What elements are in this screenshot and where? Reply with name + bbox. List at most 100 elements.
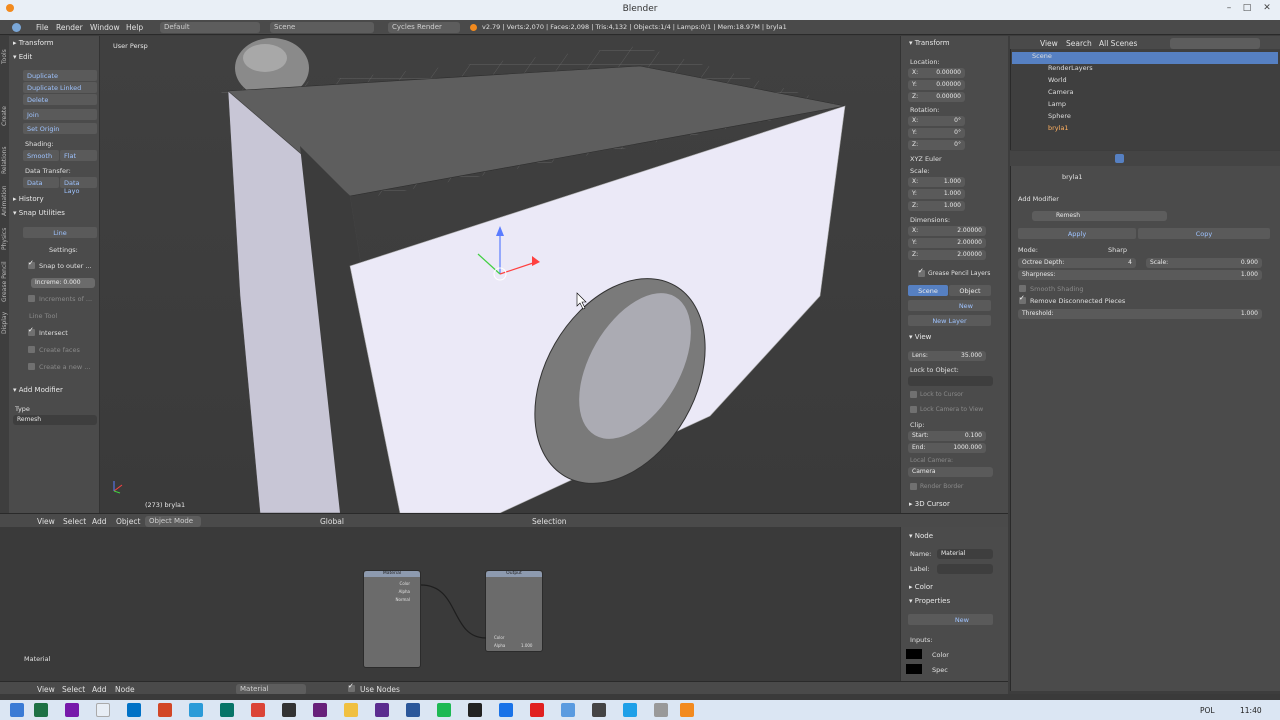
set-origin-button[interactable]: Set Origin bbox=[23, 123, 97, 134]
node-editor[interactable]: Material Material Color Alpha Normal Out… bbox=[0, 527, 900, 681]
viewport-scene[interactable] bbox=[100, 36, 900, 513]
lens-field[interactable]: Lens: 35.000 bbox=[908, 351, 986, 361]
octree-depth-field[interactable]: Octree Depth: 4 bbox=[1018, 258, 1136, 268]
opera-icon[interactable] bbox=[251, 703, 265, 717]
app5-icon[interactable] bbox=[592, 703, 606, 717]
onenote-icon[interactable] bbox=[65, 703, 79, 717]
add-modifier-dropdown[interactable]: Add Modifier bbox=[1018, 195, 1059, 203]
chrome-icon[interactable] bbox=[96, 703, 110, 717]
gp-new-button[interactable]: New bbox=[908, 300, 991, 311]
spotify-icon[interactable] bbox=[437, 703, 451, 717]
render-engine-dropdown[interactable]: Cycles Render bbox=[388, 22, 460, 33]
node-add-menu[interactable]: Add bbox=[92, 685, 107, 694]
info-editor-icon[interactable] bbox=[12, 23, 21, 32]
outliner-item-lamp[interactable]: Lamp bbox=[1012, 100, 1278, 112]
line-button[interactable]: Line bbox=[23, 227, 97, 238]
gp-object-tab[interactable]: Object bbox=[949, 285, 991, 296]
increment-field[interactable]: Increme: 0.000 bbox=[31, 278, 95, 288]
tab-physics[interactable]: Physics bbox=[1, 220, 9, 250]
smooth-button[interactable]: Smooth bbox=[23, 150, 59, 161]
transform-panel-header[interactable]: ▸ Transform bbox=[13, 39, 101, 50]
maximize-icon[interactable]: □ bbox=[1240, 3, 1254, 15]
edit-panel-header[interactable]: ▾ Edit bbox=[13, 53, 101, 64]
copy-button[interactable]: Copy bbox=[1138, 228, 1270, 239]
node-panel-header[interactable]: ▾ Node bbox=[909, 532, 997, 543]
history-panel-header[interactable]: ▸ History bbox=[13, 195, 101, 206]
menu-help[interactable]: Help bbox=[126, 23, 143, 32]
outliner-item-camera[interactable]: Camera bbox=[1012, 88, 1278, 100]
spec-swatch[interactable] bbox=[906, 664, 922, 674]
camera-field[interactable]: Camera bbox=[908, 467, 993, 477]
node-new-button[interactable]: New bbox=[908, 614, 993, 625]
n-transform-header[interactable]: ▾ Transform bbox=[909, 39, 997, 50]
rotation-y-field[interactable]: Y: 0° bbox=[908, 128, 965, 138]
remove-disconnected-checkbox[interactable] bbox=[1019, 294, 1026, 304]
threshold-field[interactable]: Threshold: 1.000 bbox=[1018, 309, 1262, 319]
outlook-icon[interactable] bbox=[127, 703, 141, 717]
blender-taskbar-icon[interactable] bbox=[680, 703, 694, 717]
app7-icon[interactable] bbox=[654, 703, 668, 717]
menu-file[interactable]: File bbox=[36, 23, 49, 32]
orientation-dropdown[interactable]: Global bbox=[320, 517, 344, 526]
duplicate-button[interactable]: Duplicate bbox=[23, 70, 97, 81]
dimensions-y-field[interactable]: Y: 2.00000 bbox=[908, 238, 986, 248]
outliner-item-renderlayers[interactable]: RenderLayers bbox=[1012, 64, 1278, 76]
explorer-icon[interactable] bbox=[344, 703, 358, 717]
create-new-checkbox[interactable] bbox=[28, 363, 35, 370]
location-z-field[interactable]: Z: 0.00000 bbox=[908, 92, 965, 102]
create-faces-checkbox[interactable] bbox=[28, 346, 35, 353]
outliner-item-sphere[interactable]: Sphere bbox=[1012, 112, 1278, 124]
location-x-field[interactable]: X: 0.00000 bbox=[908, 68, 965, 78]
snap-to-outer-checkbox[interactable] bbox=[28, 259, 35, 269]
lock-to-cursor-checkbox[interactable] bbox=[910, 391, 917, 398]
smooth-shading-checkbox[interactable] bbox=[1019, 285, 1026, 292]
outliner-search-menu[interactable]: Search bbox=[1066, 39, 1092, 48]
powerpoint-icon[interactable] bbox=[158, 703, 172, 717]
ie-icon[interactable] bbox=[189, 703, 203, 717]
node-name-field[interactable]: Material bbox=[937, 549, 993, 559]
app3-icon[interactable] bbox=[530, 703, 544, 717]
tab-animation[interactable]: Animation bbox=[1, 176, 9, 216]
start-icon[interactable] bbox=[10, 703, 24, 717]
color-swatch[interactable] bbox=[906, 649, 922, 659]
type-dropdown[interactable]: Remesh bbox=[13, 415, 97, 425]
lock-camera-checkbox[interactable] bbox=[910, 406, 917, 413]
outliner-item-scene[interactable]: Scene bbox=[1012, 52, 1278, 64]
menu-render[interactable]: Render bbox=[56, 23, 83, 32]
node-select-menu[interactable]: Select bbox=[62, 685, 85, 694]
scale-y-field[interactable]: Y: 1.000 bbox=[908, 189, 965, 199]
viewport-add-menu[interactable]: Add bbox=[92, 517, 107, 526]
dimensions-z-field[interactable]: Z: 2.00000 bbox=[908, 250, 986, 260]
duplicate-linked-button[interactable]: Duplicate Linked bbox=[23, 82, 97, 93]
visual-studio-icon[interactable] bbox=[313, 703, 327, 717]
tab-display[interactable]: Display bbox=[1, 306, 9, 334]
dimensions-x-field[interactable]: X: 2.00000 bbox=[908, 226, 986, 236]
3d-viewport[interactable]: User Persp (273) bryla1 bbox=[100, 36, 900, 513]
language-indicator[interactable]: POL bbox=[1200, 706, 1215, 715]
increments-checkbox[interactable] bbox=[28, 295, 35, 302]
view-panel-header[interactable]: ▾ View bbox=[909, 333, 997, 344]
node-label-field[interactable] bbox=[937, 564, 993, 574]
node-node-menu[interactable]: Node bbox=[115, 685, 135, 694]
outliner-filter[interactable]: All Scenes bbox=[1099, 39, 1137, 48]
scene-selector[interactable]: Scene bbox=[270, 22, 374, 33]
steam-icon[interactable] bbox=[468, 703, 482, 717]
scale-z-field[interactable]: Z: 1.000 bbox=[908, 201, 965, 211]
tab-tools[interactable]: Tools bbox=[1, 40, 9, 64]
add-modifier-header[interactable]: ▾ Add Modifier bbox=[13, 386, 101, 397]
data-layout-button[interactable]: Data Layo bbox=[60, 177, 97, 195]
app6-icon[interactable] bbox=[623, 703, 637, 717]
snap-utilities-header[interactable]: ▾ Snap Utilities bbox=[13, 209, 101, 220]
wrench-icon[interactable] bbox=[1115, 154, 1124, 163]
tab-create[interactable]: Create bbox=[1, 98, 9, 126]
rotation-z-field[interactable]: Z: 0° bbox=[908, 140, 965, 150]
rotation-mode[interactable]: XYZ Euler bbox=[910, 155, 942, 163]
menu-window[interactable]: Window bbox=[90, 23, 120, 32]
node-view-menu[interactable]: View bbox=[37, 685, 55, 694]
outliner-view-menu[interactable]: View bbox=[1040, 39, 1058, 48]
sharpness-field[interactable]: Sharpness: 1.000 bbox=[1018, 270, 1262, 280]
unity-icon[interactable] bbox=[282, 703, 296, 717]
lock-object-field[interactable] bbox=[908, 376, 993, 386]
render-border-checkbox[interactable] bbox=[910, 483, 917, 490]
grease-pencil-layers-checkbox[interactable] bbox=[918, 267, 925, 277]
